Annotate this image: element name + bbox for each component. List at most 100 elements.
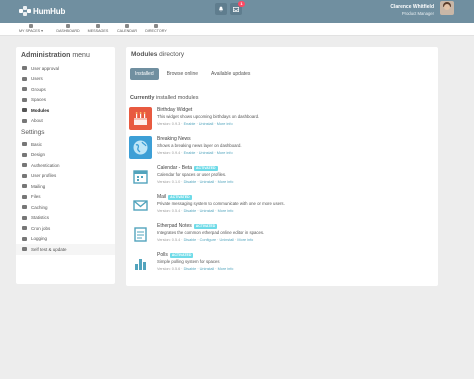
uninstall-link[interactable]: Uninstall	[200, 180, 215, 184]
uninstall-link[interactable]: Uninstall	[199, 151, 214, 155]
sidebar-item-logging[interactable]: Logging	[16, 234, 115, 245]
activated-badge: ACTIVATED	[169, 252, 194, 258]
sidebar-item-label: Mailing	[31, 183, 46, 189]
more-info-link[interactable]: More info	[217, 151, 233, 155]
tab-browse-online[interactable]: Browse online	[162, 68, 203, 80]
module-name: Calendar - Beta ACTIVATED	[157, 165, 218, 171]
sidebar-item-self-test[interactable]: Self test & update	[16, 244, 115, 255]
nav-dashboard[interactable]: DASHBOARD	[53, 24, 83, 33]
sidebar-item-label: Design	[31, 152, 46, 158]
wrench-icon	[22, 142, 27, 147]
nav-my-spaces[interactable]: MY SPACES ▾	[16, 24, 46, 33]
uninstall-link[interactable]: Uninstall	[199, 122, 214, 126]
configure-link[interactable]: Configure	[200, 238, 216, 242]
more-info-link[interactable]: More info	[237, 238, 253, 242]
sidebar-item-label: Authentication	[31, 162, 60, 168]
tab-installed[interactable]: Installed	[130, 68, 159, 80]
disable-link[interactable]: Disable	[184, 267, 197, 271]
sidebar-item-about[interactable]: About	[16, 116, 115, 127]
module-version-links: Version: 0.9.3 · Enable · Uninstall · Mo…	[157, 122, 233, 126]
more-info-link[interactable]: More info	[218, 209, 234, 213]
tab-available-updates[interactable]: Available updates	[206, 68, 255, 80]
sidebar-item-modules[interactable]: Modules	[16, 105, 115, 116]
sidebar-item-label: Users	[31, 76, 43, 82]
check-icon	[22, 247, 27, 252]
user-menu[interactable]: Clarence Whitfield Product Manager	[390, 4, 434, 16]
sidebar-item-spaces[interactable]: Spaces	[16, 95, 115, 106]
humhub-logo[interactable]: HumHub	[19, 6, 65, 16]
sidebar-item-label: Cron jobs	[31, 225, 51, 231]
sidebar-item-label: Self test & update	[31, 246, 67, 252]
module-version-links: Version: 0.5.4 · Disable · Configure · U…	[157, 238, 254, 242]
module-description: Shows a breaking news layer on dashboard…	[157, 143, 242, 148]
module-version-links: Version: 0.5.6 · Disable · Uninstall · M…	[157, 267, 234, 271]
logo-mark-icon	[19, 6, 31, 16]
nav-label: MY SPACES ▾	[18, 29, 44, 33]
disable-link[interactable]: Disable	[184, 209, 197, 213]
admin-sidebar: Administration menu User approval Users …	[16, 47, 115, 284]
sidebar-item-basic[interactable]: Basic	[16, 139, 115, 150]
magic-icon	[22, 152, 27, 157]
sidebar-item-users[interactable]: Users	[16, 74, 115, 85]
settings-heading: Settings	[21, 129, 45, 136]
user-icon	[22, 173, 27, 178]
sidebar-item-design[interactable]: Design	[16, 150, 115, 161]
uninstall-link[interactable]: Uninstall	[219, 238, 234, 242]
sidebar-item-caching[interactable]: Caching	[16, 202, 115, 213]
sidebar-item-cron-jobs[interactable]: Cron jobs	[16, 223, 115, 234]
module-name: Etherpad Notes ACTIVATED	[157, 223, 218, 229]
sidebar-item-user-profiles[interactable]: User profiles	[16, 171, 115, 182]
top-header: HumHub 1 Clarence Whitfield Product Mana…	[0, 0, 474, 23]
notifications-button[interactable]	[215, 3, 227, 15]
disable-link[interactable]: Disable	[184, 180, 197, 184]
module-item: Birthday Widget This widget shows upcomi…	[129, 107, 429, 135]
grid-icon	[29, 24, 33, 28]
nav-label: MESSAGES	[87, 29, 109, 33]
sidebar-item-label: User approval	[31, 65, 60, 71]
user-title: Product Manager	[401, 11, 434, 16]
installed-modules-heading: Currently installed modules	[130, 95, 199, 101]
uninstall-link[interactable]: Uninstall	[200, 209, 215, 213]
nav-label: DIRECTORY	[145, 29, 167, 33]
clock-icon	[22, 226, 27, 231]
sidebar-item-label: Statistics	[31, 215, 50, 221]
more-info-link[interactable]: More info	[217, 122, 233, 126]
inbox-icon	[22, 97, 27, 102]
enable-link[interactable]: Enable	[184, 122, 196, 126]
list-icon	[22, 236, 27, 241]
user-name: Clarence Whitfield	[390, 4, 434, 10]
sidebar-item-user-approval[interactable]: User approval	[16, 63, 115, 74]
sidebar-item-label: About	[31, 118, 43, 124]
uninstall-link[interactable]: Uninstall	[200, 267, 215, 271]
more-info-link[interactable]: More info	[218, 267, 234, 271]
nav-directory[interactable]: DIRECTORY	[141, 24, 171, 33]
module-description: Private messaging system to communicate …	[157, 201, 285, 206]
dashboard-icon	[22, 205, 27, 210]
module-version-links: Version: 0.5.4 · Disable · Uninstall · M…	[157, 209, 234, 213]
module-description: Integrates the common etherpad online ed…	[157, 230, 265, 235]
nav-messages[interactable]: MESSAGES	[83, 24, 113, 33]
sidebar-item-label: Files	[31, 194, 41, 200]
user-icon	[22, 76, 27, 81]
avatar[interactable]	[440, 1, 454, 15]
notification-count-badge: 1	[238, 1, 245, 7]
sidebar-item-statistics[interactable]: Statistics	[16, 213, 115, 224]
nav-calendar[interactable]: CALENDAR	[112, 24, 142, 33]
disable-link[interactable]: Disable	[184, 238, 197, 242]
sidebar-item-label: Caching	[31, 204, 48, 210]
enable-link[interactable]: Enable	[184, 151, 196, 155]
sidebar-item-files[interactable]: Files	[16, 192, 115, 203]
module-name: Polls ACTIVATED	[157, 252, 194, 258]
tachometer-icon	[66, 24, 70, 28]
bar-chart-icon	[22, 215, 27, 220]
lock-icon	[22, 163, 27, 168]
sidebar-item-label: User profiles	[31, 173, 57, 179]
sidebar-item-mailing[interactable]: Mailing	[16, 181, 115, 192]
nav-label: CALENDAR	[116, 29, 138, 33]
sidebar-item-authentication[interactable]: Authentication	[16, 160, 115, 171]
more-info-link[interactable]: More info	[218, 180, 234, 184]
users-icon	[22, 87, 27, 92]
sidebar-item-label: Logging	[31, 236, 48, 242]
module-description: Calendar for spaces or user profiles.	[157, 172, 227, 177]
sidebar-item-groups[interactable]: Groups	[16, 84, 115, 95]
